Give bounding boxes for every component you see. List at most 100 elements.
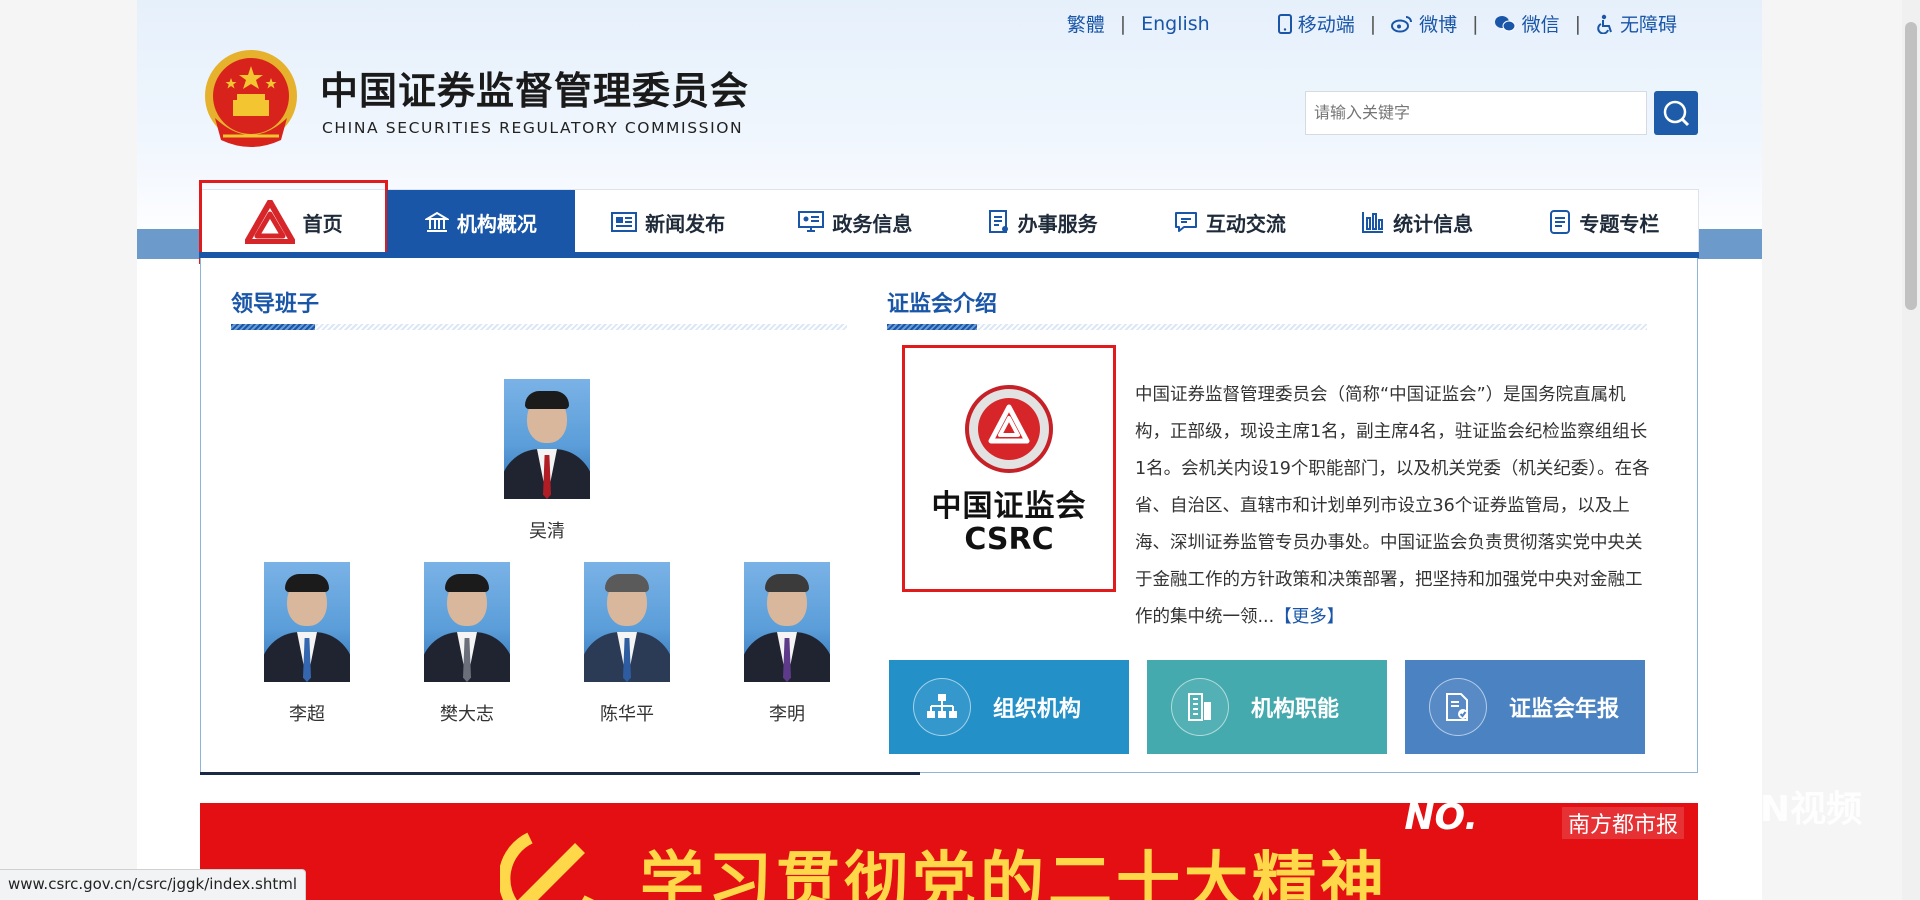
weibo-label: 微博 (1419, 14, 1458, 36)
nav-item-news[interactable]: 新闻发布 (575, 190, 762, 254)
accessibility-label: 无障碍 (1619, 14, 1677, 36)
leader-member[interactable]: 樊大志 (417, 562, 517, 726)
traditional-chinese-link[interactable]: 繁體 (1067, 10, 1105, 37)
service-icon (988, 210, 1008, 233)
logo-en-text: CSRC (964, 521, 1054, 557)
nav-label: 政务信息 (832, 211, 913, 236)
scrollbar-thumb[interactable] (1905, 22, 1917, 310)
annual-report-button[interactable]: 证监会年报 (1405, 660, 1645, 754)
logo-cn-text: 中国证监会 (931, 488, 1087, 524)
accessibility-link[interactable]: 无障碍 (1596, 10, 1677, 37)
institution-building-icon (424, 211, 449, 232)
nav-item-statistics[interactable]: 统计信息 (1324, 190, 1511, 254)
leader-member[interactable]: 李明 (737, 562, 837, 726)
wechat-link[interactable]: 微信 (1494, 10, 1560, 37)
site-title-en: CHINA SECURITIES REGULATORY COMMISSION (322, 119, 744, 137)
intro-underline (887, 324, 1647, 330)
more-link[interactable]: 【更多】 (1274, 607, 1344, 627)
underline-accent (231, 324, 315, 330)
csrc-logo-icon (244, 200, 295, 244)
search-input[interactable] (1306, 92, 1652, 132)
nav-label: 互动交流 (1205, 211, 1286, 236)
panel-bottom-border (200, 772, 920, 775)
intro-paragraph: 中国证券监督管理委员会（简称“中国证监会”）是国务院直属机构，正部级，现设主席1… (1135, 377, 1655, 636)
search-box (1305, 91, 1652, 135)
leader-photo (504, 379, 590, 499)
video-watermark: N视频 (1760, 789, 1863, 830)
org-structure-button[interactable]: 组织机构 (889, 660, 1129, 754)
quick-link-label: 组织机构 (993, 697, 1082, 722)
leader-name: 李超 (289, 704, 325, 725)
page: 繁體 | English 移动端 | 微博 | 微信 | 无障碍 中国证券监督管… (137, 0, 1762, 900)
news-icon (611, 212, 638, 232)
nav-label: 统计信息 (1393, 211, 1474, 236)
banner-tag: NO. (1404, 803, 1478, 838)
nav-label: 机构概况 (456, 211, 537, 236)
party-emblem-icon (500, 832, 595, 900)
mobile-link[interactable]: 移动端 (1277, 10, 1355, 37)
nav-label: 办事服务 (1017, 211, 1098, 236)
building-function-icon-wrap (1171, 678, 1229, 736)
underline-accent (887, 324, 977, 330)
leader-member[interactable]: 李超 (257, 562, 357, 726)
leader-photo (744, 562, 830, 682)
government-info-icon (798, 211, 825, 232)
leader-name: 樊大志 (440, 704, 494, 725)
nav-item-government-info[interactable]: 政务信息 (762, 190, 949, 254)
leader-photo (584, 562, 670, 682)
building-function-icon (1188, 693, 1211, 721)
annual-report-icon (1446, 693, 1468, 721)
mobile-label: 移动端 (1297, 14, 1355, 36)
nav-item-services[interactable]: 办事服务 (949, 190, 1136, 254)
wechat-icon (1494, 15, 1516, 31)
banner-sub: 南方都市报 (1561, 807, 1684, 839)
csrc-seal-icon (965, 384, 1053, 473)
nav-item-home[interactable]: 首页 (198, 180, 389, 264)
party-banner[interactable]: 学习贯彻党的二十大精神 NO. 南方都市报 (200, 803, 1698, 900)
weibo-icon (1391, 15, 1413, 32)
weibo-link[interactable]: 微博 (1391, 10, 1457, 37)
separator: | (1119, 12, 1127, 35)
nav-item-interaction[interactable]: 互动交流 (1136, 190, 1323, 254)
quick-link-label: 证监会年报 (1509, 697, 1620, 722)
vertical-scrollbar[interactable] (1902, 0, 1920, 900)
csrc-logo-box[interactable]: 中国证监会 CSRC (902, 345, 1116, 592)
status-url-bar: www.csrc.gov.cn/csrc/jggk/index.shtml (0, 869, 307, 900)
mobile-phone-icon (1277, 13, 1292, 34)
main-nav: 首页 机构概况 新闻发布 政务信息 办事服务 互动交流 统计信息 专题专栏 (198, 180, 1699, 274)
nav-label: 新闻发布 (645, 211, 726, 236)
intro-title[interactable]: 证监会介绍 (887, 286, 997, 318)
separator: | (1574, 12, 1581, 35)
nav-label: 首页 (302, 211, 343, 236)
org-chart-icon-wrap (913, 678, 971, 736)
annual-report-icon-wrap (1429, 678, 1487, 736)
quick-link-label: 机构职能 (1251, 697, 1340, 722)
separator: | (1472, 12, 1479, 35)
functions-button[interactable]: 机构职能 (1147, 660, 1387, 754)
accessibility-icon (1597, 14, 1612, 34)
leadership-title[interactable]: 领导班子 (231, 286, 319, 318)
search-icon (1663, 100, 1690, 127)
leader-name: 吴清 (529, 521, 565, 542)
intro-body: 中国证券监督管理委员会（简称“中国证监会”）是国务院直属机构，正部级，现设主席1… (1135, 385, 1650, 627)
banner-title: 学习贯彻党的二十大精神 (640, 846, 1388, 900)
national-emblem-icon[interactable] (201, 48, 301, 154)
english-label: English (1141, 12, 1210, 35)
chat-icon (1174, 212, 1197, 232)
wechat-label: 微信 (1521, 14, 1560, 36)
english-link[interactable]: English (1141, 13, 1210, 35)
top-utility-bar: 繁體 | English 移动端 | 微博 | 微信 | 无障碍 (1067, 10, 1677, 37)
bar-stats-icon (1362, 212, 1384, 233)
leader-member[interactable]: 陈华平 (577, 562, 677, 726)
leadership-underline (231, 324, 847, 330)
site-title-cn: 中国证券监督管理委员会 (320, 69, 750, 113)
leader-name: 陈华平 (600, 704, 654, 725)
org-chart-icon (927, 694, 957, 718)
leader-chair[interactable]: 吴清 (497, 379, 597, 543)
nav-item-topics[interactable]: 专题专栏 (1511, 190, 1698, 254)
nav-item-institution[interactable]: 机构概况 (387, 190, 575, 274)
search-button[interactable] (1654, 91, 1698, 135)
leader-photo (264, 562, 350, 682)
leader-photo (424, 562, 510, 682)
traditional-label: 繁體 (1066, 14, 1105, 36)
